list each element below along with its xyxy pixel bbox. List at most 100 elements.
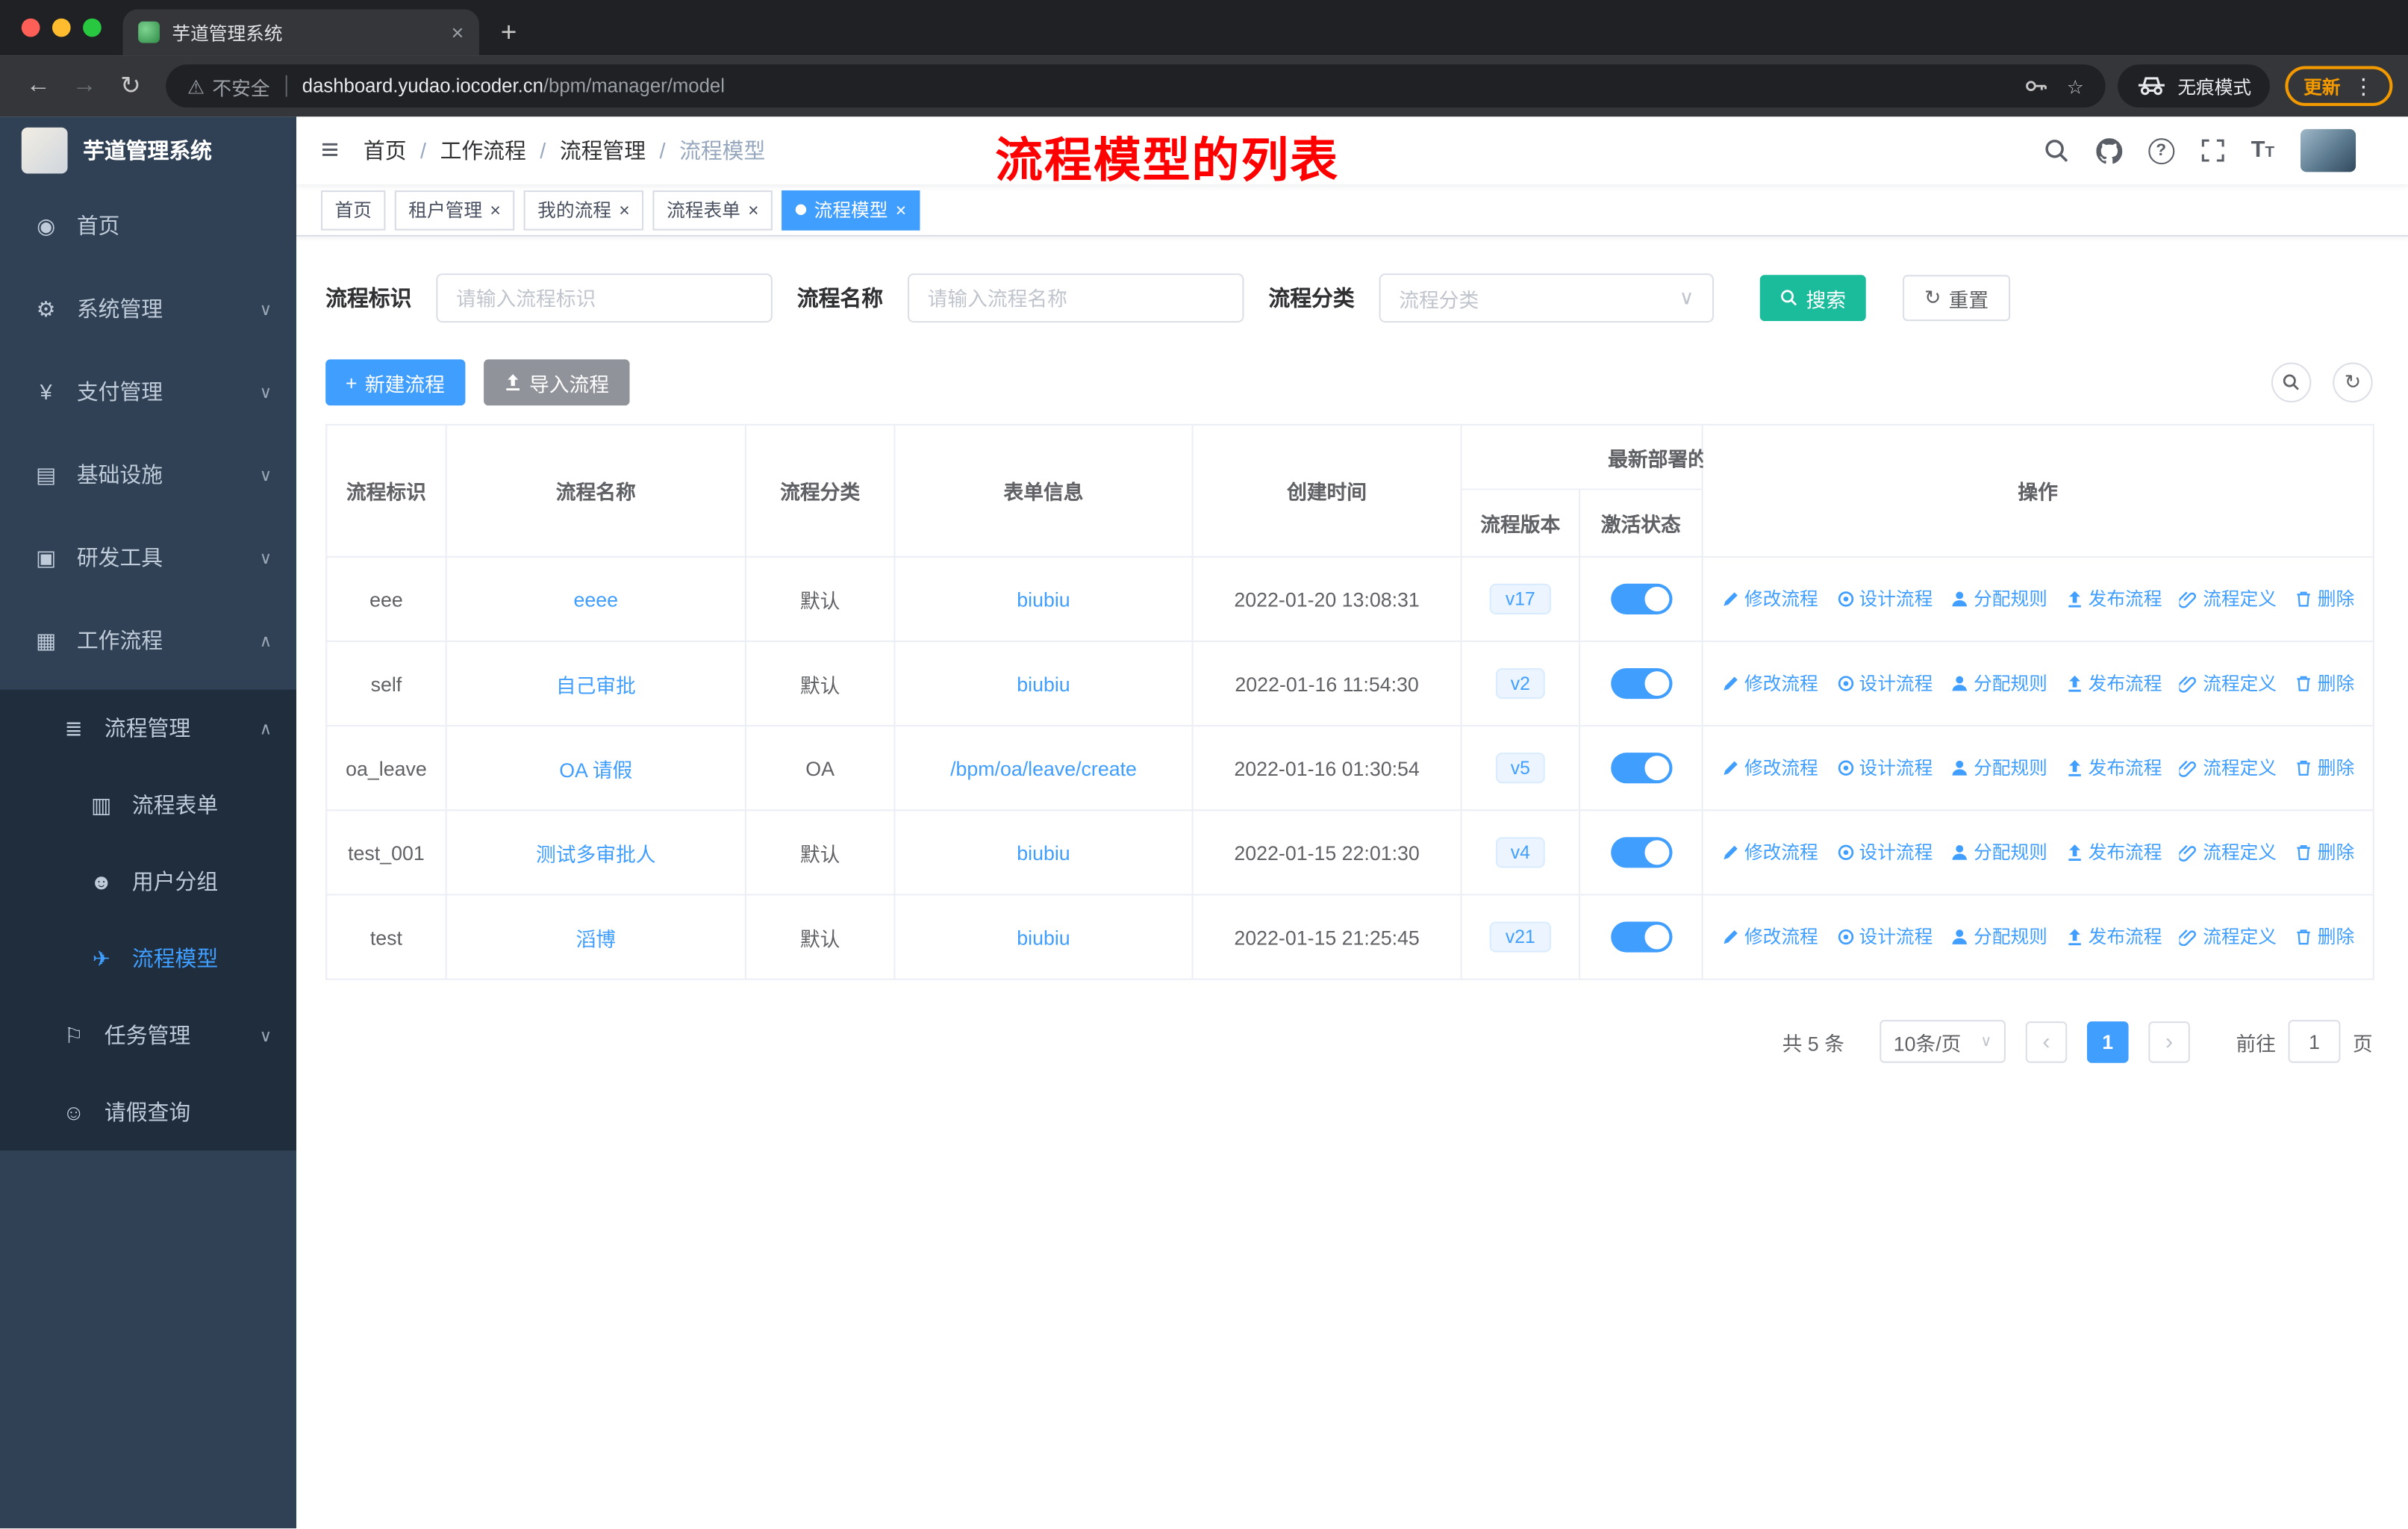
version-badge[interactable]: v4	[1495, 837, 1546, 868]
delete-process-link[interactable]: 删除	[2295, 585, 2354, 611]
delete-process-link[interactable]: 删除	[2295, 670, 2354, 697]
sidebar-item-user-group[interactable]: ☻ 用户分组	[0, 844, 296, 921]
close-window-button[interactable]	[21, 18, 40, 37]
breadcrumb-item-workflow[interactable]: 工作流程	[440, 135, 526, 166]
active-toggle[interactable]	[1610, 921, 1672, 953]
new-tab-button[interactable]: +	[479, 17, 538, 55]
process-definition-link[interactable]: 流程定义	[2180, 924, 2277, 950]
design-process-link[interactable]: 设计流程	[1836, 670, 1933, 697]
process-definition-link[interactable]: 流程定义	[2180, 670, 2277, 697]
sidebar-item-process-form[interactable]: ▥ 流程表单	[0, 767, 296, 844]
modify-process-link[interactable]: 修改流程	[1721, 839, 1818, 865]
breadcrumb-item-process-mgmt[interactable]: 流程管理	[560, 135, 646, 166]
design-process-link[interactable]: 设计流程	[1836, 585, 1933, 611]
assign-rule-link[interactable]: 分配规则	[1950, 755, 2047, 781]
sidebar-item-leave-query[interactable]: ☺ 请假查询	[0, 1074, 296, 1150]
user-avatar[interactable]	[2300, 128, 2356, 172]
assign-rule-link[interactable]: 分配规则	[1950, 924, 2047, 950]
tag-my-process[interactable]: 我的流程 ×	[523, 190, 644, 230]
assign-rule-link[interactable]: 分配规则	[1950, 585, 2047, 611]
search-icon[interactable]	[2044, 137, 2070, 164]
modify-process-link[interactable]: 修改流程	[1721, 670, 1818, 697]
prev-page-button[interactable]: ‹	[2025, 1021, 2068, 1062]
tag-close-icon[interactable]: ×	[896, 200, 906, 219]
browser-tab[interactable]: 芋道管理系统 ×	[122, 9, 479, 56]
delete-process-link[interactable]: 删除	[2295, 755, 2354, 781]
bookmark-star-icon[interactable]: ☆	[2067, 75, 2084, 98]
tag-close-icon[interactable]: ×	[619, 200, 629, 219]
refresh-table-button[interactable]: ↻	[2333, 362, 2373, 403]
design-process-link[interactable]: 设计流程	[1836, 839, 1933, 865]
reload-button[interactable]: ↻	[107, 71, 154, 102]
process-definition-link[interactable]: 流程定义	[2180, 585, 2277, 611]
form-info-link[interactable]: biubiu	[1017, 841, 1070, 864]
publish-process-link[interactable]: 发布流程	[2065, 670, 2162, 697]
browser-menu-icon[interactable]: ⋮	[2353, 73, 2374, 99]
process-name-link[interactable]: 测试多审批人	[536, 842, 656, 865]
toggle-search-button[interactable]	[2271, 362, 2312, 403]
tag-close-icon[interactable]: ×	[748, 200, 758, 219]
reset-button[interactable]: ↻ 重置	[1903, 275, 2011, 321]
page-size-select[interactable]: 10条/页 ∨	[1880, 1020, 2006, 1063]
process-name-link[interactable]: 自己审批	[556, 673, 636, 697]
publish-process-link[interactable]: 发布流程	[2065, 924, 2162, 950]
tag-close-icon[interactable]: ×	[490, 200, 500, 219]
process-name-link[interactable]: OA 请假	[559, 758, 632, 781]
version-badge[interactable]: v5	[1495, 753, 1546, 784]
form-info-link[interactable]: /bpm/oa/leave/create	[950, 756, 1137, 779]
minimize-window-button[interactable]	[52, 18, 71, 37]
fullscreen-icon[interactable]	[2200, 138, 2225, 163]
modify-process-link[interactable]: 修改流程	[1721, 585, 1818, 611]
process-name-link[interactable]: eeee	[574, 588, 619, 611]
sidebar-toggle-icon[interactable]: ≡	[296, 133, 364, 168]
form-info-link[interactable]: biubiu	[1017, 672, 1070, 695]
delete-process-link[interactable]: 删除	[2295, 924, 2354, 950]
sidebar-item-workflow[interactable]: ▦ 工作流程 ∧	[0, 599, 296, 682]
active-toggle[interactable]	[1610, 753, 1672, 784]
breadcrumb-item-home[interactable]: 首页	[364, 135, 407, 166]
assign-rule-link[interactable]: 分配规则	[1950, 670, 2047, 697]
help-icon[interactable]: ?	[2147, 137, 2174, 164]
search-button[interactable]: 搜索	[1759, 275, 1866, 321]
active-toggle[interactable]	[1610, 583, 1672, 614]
goto-page-input[interactable]	[2288, 1020, 2341, 1063]
process-key-input[interactable]	[436, 273, 773, 323]
create-process-button[interactable]: + 新建流程	[325, 359, 465, 406]
modify-process-link[interactable]: 修改流程	[1721, 924, 1818, 950]
publish-process-link[interactable]: 发布流程	[2065, 755, 2162, 781]
url-bar[interactable]: ⚠ 不安全 dashboard.yudao.iocoder.cn /bpm/ma…	[166, 64, 2106, 108]
version-badge[interactable]: v2	[1495, 667, 1546, 700]
sidebar-logo[interactable]: 芋道管理系统	[0, 116, 296, 184]
process-name-input[interactable]	[907, 273, 1244, 323]
tag-home[interactable]: 首页	[320, 190, 386, 230]
active-toggle[interactable]	[1610, 667, 1672, 700]
chrome-update-button[interactable]: 更新 ⋮	[2285, 66, 2393, 106]
sidebar-item-payment[interactable]: ¥ 支付管理 ∨	[0, 350, 296, 433]
design-process-link[interactable]: 设计流程	[1836, 924, 1933, 950]
process-definition-link[interactable]: 流程定义	[2180, 839, 2277, 865]
process-definition-link[interactable]: 流程定义	[2180, 755, 2277, 781]
page-number-1[interactable]: 1	[2086, 1021, 2129, 1062]
github-icon[interactable]	[2095, 137, 2122, 164]
sidebar-item-task-mgmt[interactable]: ⚐ 任务管理 ∨	[0, 997, 296, 1074]
tag-tenant-mgmt[interactable]: 租户管理 ×	[394, 190, 515, 230]
zoom-window-button[interactable]	[83, 18, 102, 37]
sidebar-item-home[interactable]: ◉ 首页	[0, 184, 296, 267]
password-key-icon[interactable]	[2024, 74, 2048, 99]
version-badge[interactable]: v21	[1490, 921, 1551, 953]
import-process-button[interactable]: 导入流程	[483, 359, 629, 406]
sidebar-item-system[interactable]: ⚙ 系统管理 ∨	[0, 267, 296, 350]
tag-process-form[interactable]: 流程表单 ×	[652, 190, 773, 230]
form-info-link[interactable]: biubiu	[1017, 588, 1070, 611]
form-info-link[interactable]: biubiu	[1017, 926, 1070, 949]
assign-rule-link[interactable]: 分配规则	[1950, 839, 2047, 865]
tag-process-model[interactable]: 流程模型 ×	[782, 190, 920, 230]
active-toggle[interactable]	[1610, 837, 1672, 868]
font-size-icon[interactable]: TT	[2251, 137, 2274, 164]
sidebar-item-process-mgmt[interactable]: ≣ 流程管理 ∧	[0, 690, 296, 767]
modify-process-link[interactable]: 修改流程	[1721, 755, 1818, 781]
version-badge[interactable]: v17	[1490, 583, 1551, 614]
publish-process-link[interactable]: 发布流程	[2065, 585, 2162, 611]
back-button[interactable]: ←	[16, 72, 62, 100]
tab-close-icon[interactable]: ×	[451, 22, 464, 43]
